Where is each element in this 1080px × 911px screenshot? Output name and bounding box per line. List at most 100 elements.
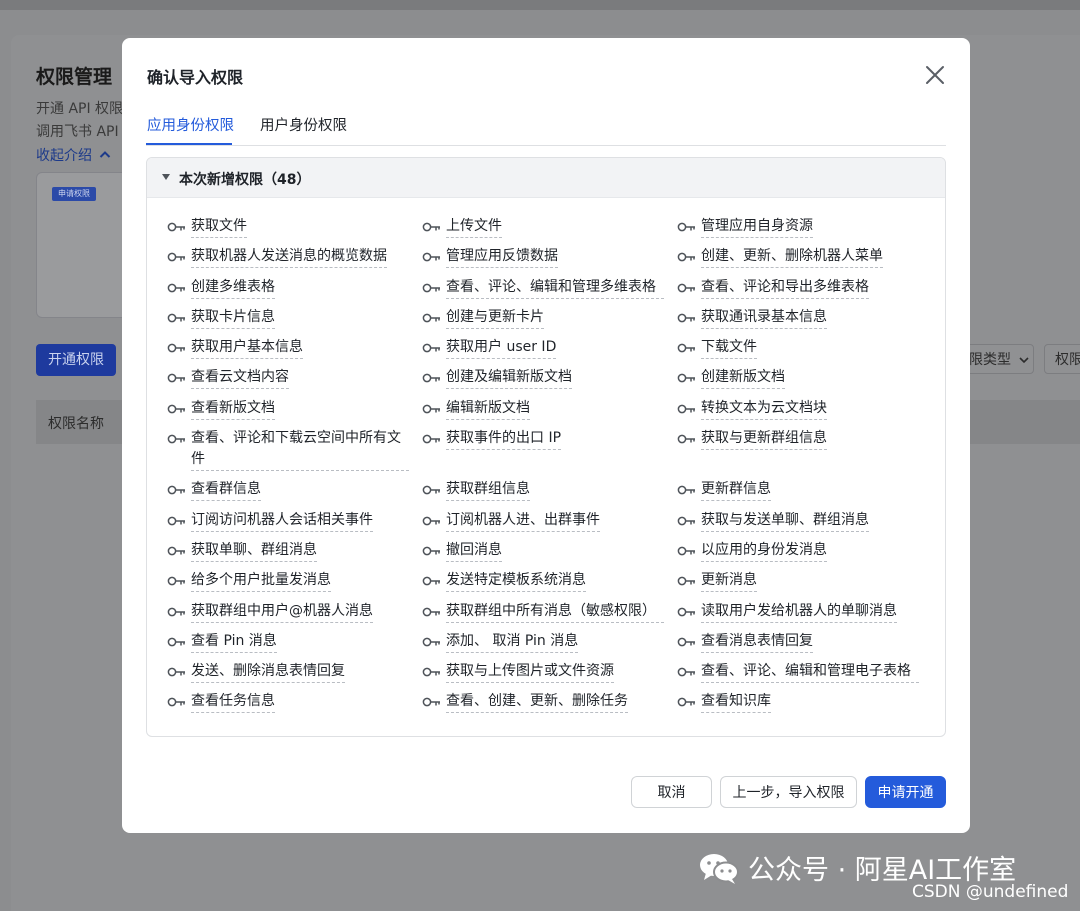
permission-item[interactable]: 订阅机器人进、出群事件 [422, 510, 677, 532]
permission-item[interactable]: 获取事件的出口 IP [422, 428, 677, 471]
permission-item[interactable]: 编辑新版文档 [422, 398, 677, 420]
permission-item[interactable]: 获取单聊、群组消息 [167, 540, 422, 562]
key-icon [677, 479, 701, 501]
permission-item[interactable]: 查看任务信息 [167, 691, 422, 714]
key-icon [677, 510, 701, 532]
permission-item[interactable]: 查看、评论、编辑和管理多维表格 [422, 277, 677, 299]
permission-item[interactable]: 获取群组信息 [422, 479, 677, 502]
permission-item[interactable]: 创建及编辑新版文档 [422, 367, 677, 390]
csdn-watermark: CSDN @undefined [912, 882, 1069, 902]
permission-item[interactable]: 获取与发送单聊、群组消息 [677, 510, 937, 532]
key-icon [677, 428, 701, 450]
open-permission-button[interactable]: 开通权限 [36, 344, 116, 376]
permission-item[interactable]: 创建新版文档 [677, 367, 937, 390]
permission-tabs: 应用身份权限 用户身份权限 [146, 110, 946, 146]
key-icon [422, 479, 446, 501]
permission-label: 获取机器人发送消息的概览数据 [191, 246, 387, 269]
permission-item[interactable]: 获取用户 user ID [422, 337, 677, 360]
permission-label: 发送特定模板系统消息 [446, 570, 586, 593]
tab-app-permission[interactable]: 应用身份权限 [147, 114, 234, 135]
key-icon [422, 246, 446, 268]
tab-user-permission[interactable]: 用户身份权限 [260, 114, 347, 135]
permission-item[interactable]: 创建与更新卡片 [422, 307, 677, 329]
apply-button[interactable]: 申请开通 [865, 776, 946, 808]
permission-label: 以应用的身份发消息 [701, 540, 827, 562]
permission-label: 获取文件 [191, 216, 247, 238]
permission-label: 编辑新版文档 [446, 398, 530, 420]
permission-item[interactable]: 查看云文档内容 [167, 367, 422, 390]
key-icon [167, 601, 191, 623]
permission-item[interactable]: 获取与上传图片或文件资源 [422, 661, 677, 684]
permission-item[interactable]: 获取机器人发送消息的概览数据 [167, 246, 422, 269]
cancel-button[interactable]: 取消 [631, 776, 712, 808]
permission-item[interactable]: 查看、评论和导出多维表格 [677, 277, 937, 299]
key-icon [677, 691, 701, 713]
permission-item[interactable]: 发送特定模板系统消息 [422, 570, 677, 593]
permission-item[interactable]: 查看新版文档 [167, 398, 422, 420]
permission-item[interactable]: 查看知识库 [677, 691, 937, 714]
permission-label: 管理应用反馈数据 [446, 246, 558, 269]
permission-label: 给多个用户批量发消息 [191, 570, 331, 593]
permission-item[interactable]: 获取用户基本信息 [167, 337, 422, 360]
permission-item[interactable]: 添加、 取消 Pin 消息 [422, 631, 677, 653]
section-header[interactable]: 本次新增权限（48） [147, 158, 945, 198]
permission-label: 获取群组中用户@机器人消息 [191, 601, 373, 623]
permission-item[interactable]: 管理应用反馈数据 [422, 246, 677, 269]
permission-item[interactable]: 撤回消息 [422, 540, 677, 562]
permission-item[interactable]: 获取通讯录基本信息 [677, 307, 937, 329]
section-title: 本次新增权限（48） [179, 172, 311, 188]
permission-item[interactable]: 获取文件 [167, 216, 422, 238]
key-icon [677, 277, 701, 299]
permission-item[interactable]: 查看消息表情回复 [677, 631, 937, 653]
permission-item[interactable]: 获取卡片信息 [167, 307, 422, 329]
permission-item[interactable]: 查看群信息 [167, 479, 422, 502]
key-icon [167, 661, 191, 683]
permission-label: 获取群组中所有消息（敏感权限） [446, 601, 664, 623]
permission-item[interactable]: 查看、评论和下载云空间中所有文件 [167, 428, 422, 472]
active-tab-indicator [146, 143, 232, 145]
permission-item[interactable]: 创建多维表格 [167, 277, 422, 299]
permission-label: 查看消息表情回复 [701, 631, 813, 653]
key-icon [422, 570, 446, 592]
permission-item[interactable]: 创建、更新、删除机器人菜单 [677, 246, 937, 269]
permission-item[interactable]: 上传文件 [422, 216, 677, 238]
permission-item[interactable]: 查看、创建、更新、删除任务 [422, 691, 677, 714]
key-icon [167, 631, 191, 653]
permission-label: 获取通讯录基本信息 [701, 307, 827, 329]
permission-item[interactable]: 更新群信息 [677, 479, 937, 502]
key-icon [167, 307, 191, 329]
key-icon [167, 691, 191, 713]
permission-item[interactable]: 读取用户发给机器人的单聊消息 [677, 601, 937, 623]
permission-item[interactable]: 查看 Pin 消息 [167, 631, 422, 653]
permission-item[interactable]: 以应用的身份发消息 [677, 540, 937, 562]
permission-item[interactable]: 获取与更新群组信息 [677, 428, 937, 471]
permission-label: 获取与更新群组信息 [701, 428, 827, 451]
permission-item[interactable]: 发送、删除消息表情回复 [167, 661, 422, 684]
permission-label: 获取用户 user ID [446, 337, 557, 360]
key-icon [422, 540, 446, 562]
chevron-up-icon [100, 151, 111, 158]
previous-step-button[interactable]: 上一步，导入权限 [720, 776, 857, 808]
page-title: 权限管理 [36, 66, 113, 88]
permission-item[interactable]: 更新消息 [677, 570, 937, 593]
permission-item[interactable]: 获取群组中所有消息（敏感权限） [422, 601, 677, 623]
permission-item[interactable]: 查看、评论、编辑和管理电子表格 [677, 661, 937, 684]
key-icon [677, 398, 701, 420]
permission-item[interactable]: 管理应用自身资源 [677, 216, 937, 238]
key-icon [677, 307, 701, 329]
permission-item[interactable]: 获取群组中用户@机器人消息 [167, 601, 422, 623]
permission-item[interactable]: 转换文本为云文档块 [677, 398, 937, 420]
permission-label: 查看、评论、编辑和管理多维表格 [446, 277, 664, 299]
key-icon [677, 216, 701, 238]
permission-item[interactable]: 下载文件 [677, 337, 937, 360]
permission-label: 查看知识库 [701, 691, 771, 714]
permission-filter[interactable]: 权限 [1044, 344, 1080, 374]
permission-item[interactable]: 订阅访问机器人会话相关事件 [167, 510, 422, 532]
permission-item[interactable]: 给多个用户批量发消息 [167, 570, 422, 593]
permission-label: 更新消息 [701, 570, 757, 593]
permission-label: 管理应用自身资源 [701, 216, 813, 238]
collapse-intro-link[interactable]: 收起介绍 [36, 145, 111, 165]
close-button[interactable] [922, 62, 948, 88]
permission-label: 添加、 取消 Pin 消息 [446, 631, 579, 653]
key-icon [677, 661, 701, 683]
